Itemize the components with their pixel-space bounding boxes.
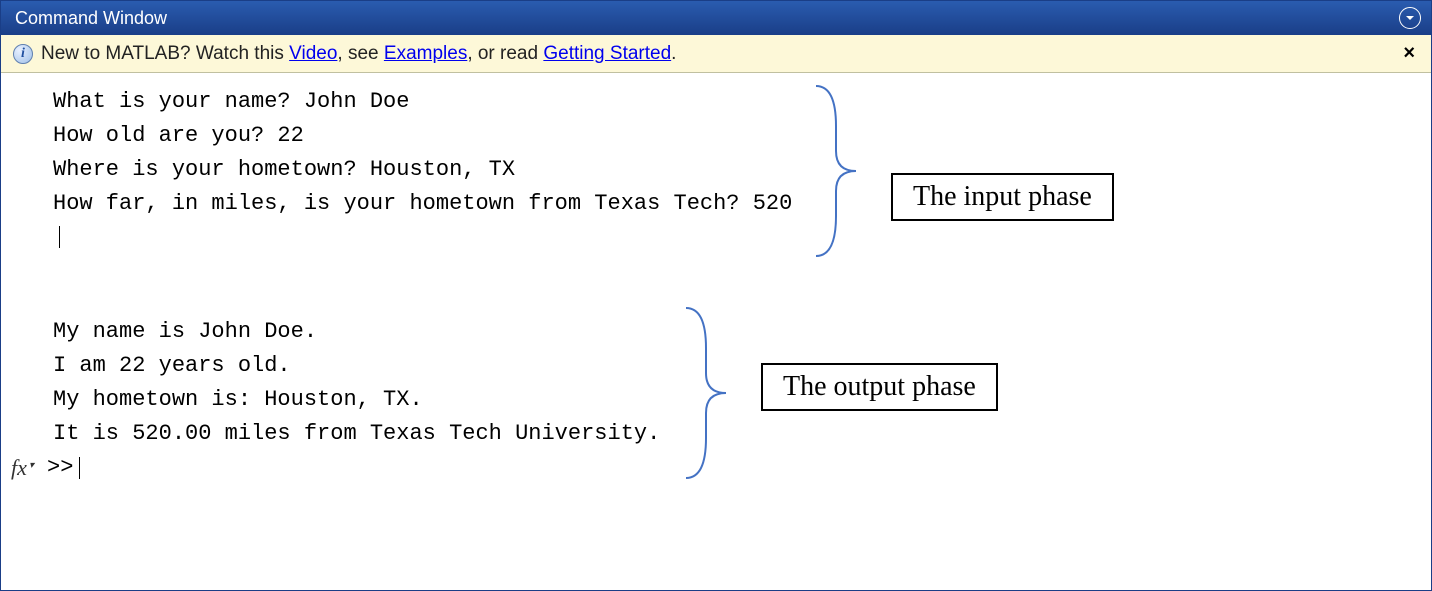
console-output-line: I am 22 years old. (1, 349, 1431, 383)
console-output-line: My hometown is: Houston, TX. (1, 383, 1431, 417)
info-bar: i New to MATLAB? Watch this Video, see E… (1, 35, 1431, 73)
prompt-line[interactable]: fx▾ >> (1, 451, 1431, 485)
console-input-line: How old are you? 22 (1, 119, 1431, 153)
info-mid2: , or read (467, 43, 543, 64)
console-output-line: It is 520.00 miles from Texas Tech Unive… (1, 417, 1431, 451)
console-cursor-line (1, 221, 1431, 255)
getting-started-link[interactable]: Getting Started (543, 43, 671, 64)
info-bar-content: i New to MATLAB? Watch this Video, see E… (13, 43, 676, 65)
output-phase-label: The output phase (761, 363, 998, 411)
info-prefix: New to MATLAB? Watch this (41, 43, 289, 64)
info-icon: i (13, 44, 33, 64)
command-window: Command Window i New to MATLAB? Watch th… (0, 0, 1432, 591)
console-output-line: My name is John Doe. (1, 315, 1431, 349)
info-text: New to MATLAB? Watch this Video, see Exa… (41, 43, 676, 65)
fx-icon[interactable]: fx▾ (11, 451, 47, 485)
prompt-symbol: >> (47, 451, 73, 485)
video-link[interactable]: Video (289, 43, 337, 64)
info-suffix: . (671, 43, 676, 64)
console-input-line: What is your name? John Doe (1, 85, 1431, 119)
console-input-line: How far, in miles, is your hometown from… (1, 187, 1431, 221)
minimize-dropdown-button[interactable] (1399, 7, 1421, 29)
info-mid1: , see (337, 43, 383, 64)
console-input-line: Where is your hometown? Houston, TX (1, 153, 1431, 187)
text-cursor (79, 457, 80, 479)
chevron-down-icon (1405, 13, 1415, 23)
examples-link[interactable]: Examples (384, 43, 467, 64)
titlebar: Command Window (1, 1, 1431, 35)
input-phase-label: The input phase (891, 173, 1114, 221)
close-infobar-button[interactable]: × (1399, 42, 1419, 65)
window-title: Command Window (15, 8, 167, 29)
console-area[interactable]: What is your name? John Doe How old are … (1, 73, 1431, 590)
